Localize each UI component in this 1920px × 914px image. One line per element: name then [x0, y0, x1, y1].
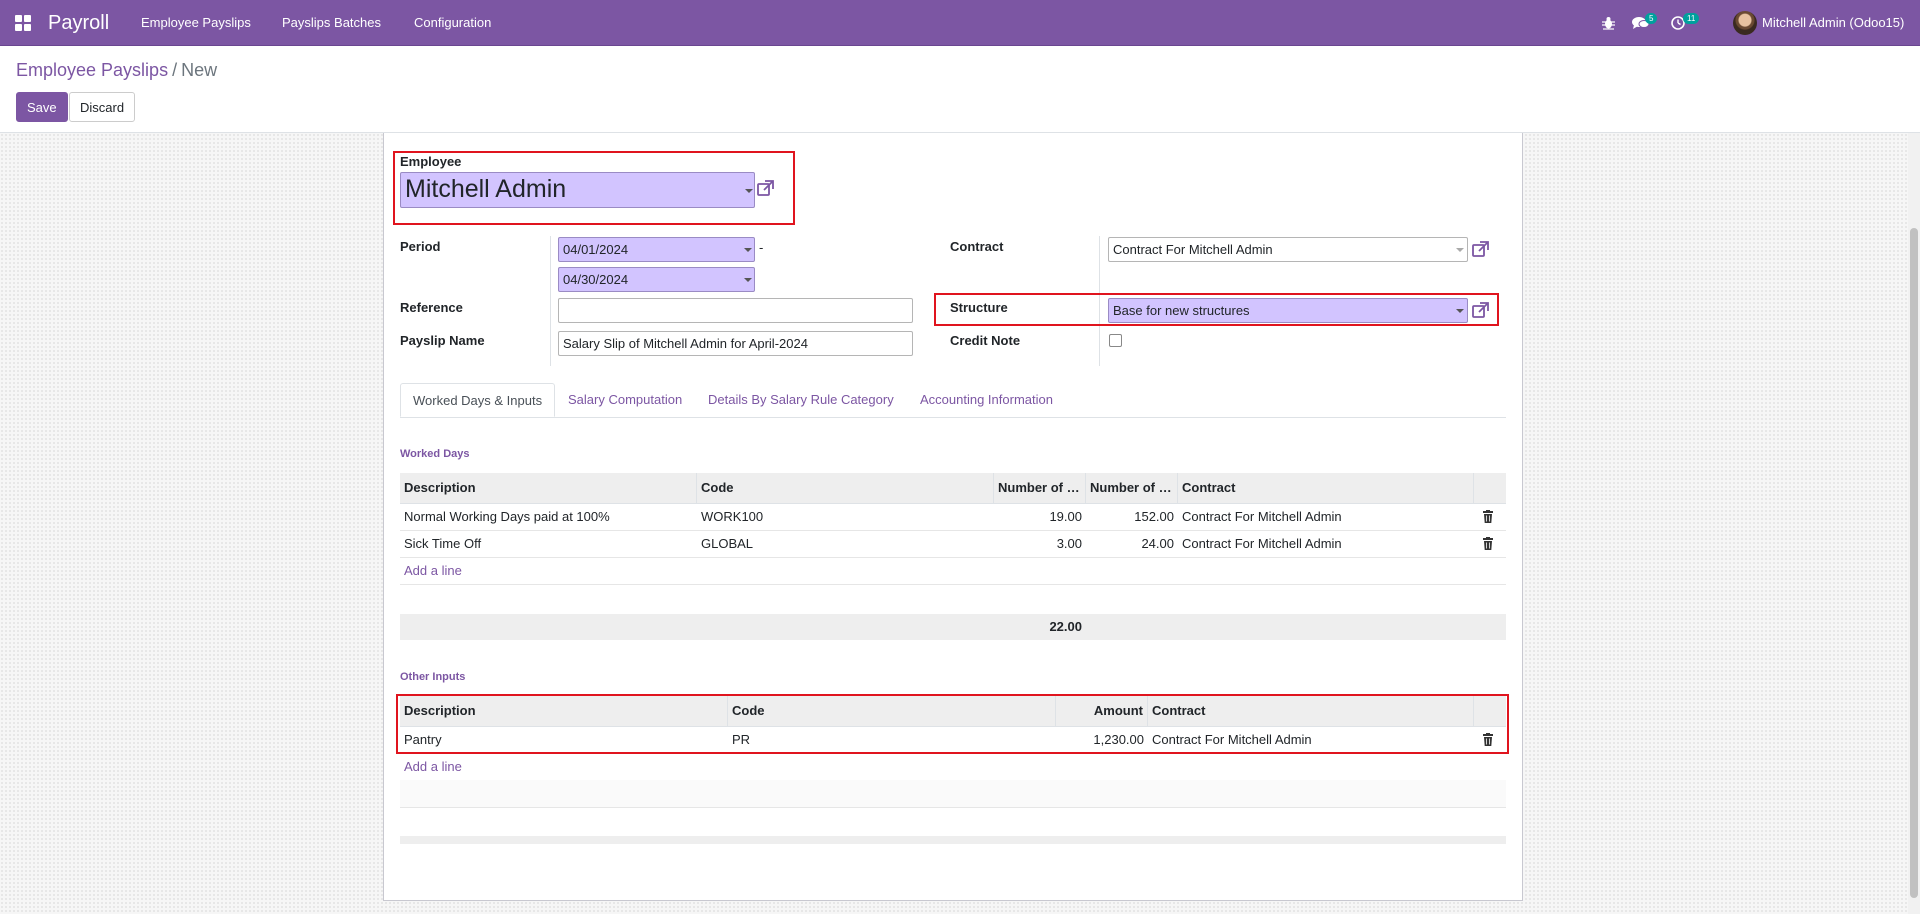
tab-worked-days-inputs[interactable]: Worked Days & Inputs [400, 383, 556, 417]
row-hours: 24.00 [1141, 536, 1174, 551]
row-description: Sick Time Off [404, 536, 482, 551]
left-group-divider [550, 236, 551, 366]
table-row[interactable]: Normal Working Days paid at 100% WORK100… [400, 503, 1506, 531]
structure-external-link-icon[interactable] [1471, 300, 1491, 320]
add-line-row: Add a line [400, 557, 1506, 585]
contract-label: Contract [950, 239, 1004, 254]
structure-label: Structure [950, 300, 1008, 315]
worked-days-header: Description Code Number of … Number of …… [400, 473, 1506, 504]
row-code: WORK100 [701, 509, 764, 524]
breadcrumb-parent[interactable]: Employee Payslips [16, 60, 168, 80]
reference-label: Reference [400, 300, 463, 315]
other-inputs-add-line-link[interactable]: Add a line [404, 759, 462, 774]
employee-field[interactable]: Mitchell Admin [400, 172, 755, 208]
worked-days-total: 22.00 [1049, 619, 1082, 634]
col-description[interactable]: Description [400, 473, 697, 503]
row-contract: Contract For Mitchell Admin [1182, 509, 1342, 524]
col-contract[interactable]: Contract [1178, 473, 1474, 503]
notebook-tabs: Worked Days & Inputs Salary Computation … [400, 383, 1506, 418]
control-panel: Employee Payslips / New Save Discard [0, 46, 1920, 133]
contract-field[interactable]: Contract For Mitchell Admin [1108, 237, 1468, 262]
user-avatar[interactable] [1733, 11, 1757, 35]
row-code: GLOBAL [701, 536, 754, 551]
row-contract: Contract For Mitchell Admin [1182, 536, 1342, 551]
top-navbar: Payroll Employee Payslips Payslips Batch… [0, 0, 1920, 46]
row-amount: 1,230.00 [1093, 732, 1144, 747]
table-row[interactable]: Sick Time Off GLOBAL 3.00 24.00 Contract… [400, 530, 1506, 558]
trash-icon[interactable] [1482, 510, 1494, 523]
activities-count-badge: 11 [1683, 13, 1700, 24]
period-dash: - [759, 240, 764, 255]
period-from-dropdown-icon[interactable] [744, 248, 752, 252]
row-days: 19.00 [1049, 509, 1082, 524]
tab-accounting-information[interactable]: Accounting Information [908, 383, 1065, 417]
row-description: Normal Working Days paid at 100% [404, 509, 610, 524]
contract-dropdown-icon[interactable] [1456, 248, 1464, 252]
debug-bug-icon[interactable] [1602, 16, 1615, 30]
employee-external-link-icon[interactable] [756, 178, 776, 198]
period-to-dropdown-icon[interactable] [744, 278, 752, 282]
scrollbar-thumb[interactable] [1910, 228, 1918, 898]
user-menu[interactable]: Mitchell Admin (Odoo15) [1762, 15, 1904, 30]
worked-days-title: Worked Days [400, 448, 470, 460]
menu-configuration[interactable]: Configuration [414, 15, 491, 30]
contract-external-link-icon[interactable] [1471, 239, 1491, 259]
payslip-form-sheet: Employee Mitchell Admin Period 04/01/202… [383, 133, 1523, 901]
period-label: Period [400, 239, 441, 254]
add-line-row: Add a line [400, 753, 1506, 781]
credit-note-label: Credit Note [950, 333, 1021, 348]
col-contract[interactable]: Contract [1148, 696, 1474, 726]
structure-field[interactable]: Base for new structures [1108, 298, 1468, 323]
structure-dropdown-icon[interactable] [1456, 309, 1464, 313]
tab-salary-computation[interactable]: Salary Computation [556, 383, 694, 417]
breadcrumb-separator: / [172, 60, 178, 80]
payslip-name-input[interactable]: Salary Slip of Mitchell Admin for April-… [558, 331, 913, 356]
breadcrumb-current: New [181, 60, 218, 80]
other-inputs-header: Description Code Amount Contract [400, 696, 1506, 727]
credit-note-checkbox[interactable] [1109, 334, 1122, 347]
period-to-field[interactable]: 04/30/2024 [558, 267, 755, 292]
col-number-of-hours[interactable]: Number of … [1086, 473, 1178, 503]
messages-count-badge: 5 [1645, 13, 1658, 24]
page-scrollbar[interactable] [1908, 133, 1920, 914]
period-from-field[interactable]: 04/01/2024 [558, 237, 755, 262]
row-code: PR [732, 732, 751, 747]
other-inputs-footer-row [400, 836, 1506, 844]
apps-menu-icon[interactable] [15, 15, 31, 31]
worked-days-table: Description Code Number of … Number of …… [400, 473, 1506, 613]
tab-details-by-salary-rule-category[interactable]: Details By Salary Rule Category [696, 383, 906, 417]
row-days: 3.00 [1056, 536, 1082, 551]
col-code[interactable]: Code [728, 696, 1056, 726]
trash-icon[interactable] [1482, 537, 1494, 550]
discard-button[interactable]: Discard [69, 92, 136, 122]
empty-row [400, 780, 1506, 808]
worked-days-add-line-link[interactable]: Add a line [404, 563, 462, 578]
row-contract: Contract For Mitchell Admin [1152, 732, 1312, 747]
other-inputs-title: Other Inputs [400, 671, 466, 683]
col-description[interactable]: Description [400, 696, 728, 726]
app-brand[interactable]: Payroll [48, 12, 109, 35]
other-inputs-table: Description Code Amount Contract Pantry … [400, 696, 1506, 816]
trash-icon[interactable] [1482, 733, 1494, 746]
breadcrumb: Employee Payslips / New [16, 60, 217, 81]
col-number-of-days[interactable]: Number of … [994, 473, 1086, 503]
right-group-divider [1099, 236, 1100, 366]
payslip-name-label: Payslip Name [400, 333, 485, 348]
save-button[interactable]: Save [16, 92, 68, 122]
row-description: Pantry [404, 732, 442, 747]
col-amount[interactable]: Amount [1056, 696, 1148, 726]
menu-employee-payslips[interactable]: Employee Payslips [141, 15, 251, 30]
menu-payslips-batches[interactable]: Payslips Batches [282, 15, 381, 30]
worked-days-total-row: 22.00 [400, 614, 1506, 640]
employee-dropdown-icon[interactable] [745, 189, 753, 193]
col-code[interactable]: Code [697, 473, 994, 503]
employee-label: Employee [400, 154, 462, 169]
row-hours: 152.00 [1134, 509, 1174, 524]
reference-input[interactable] [558, 298, 913, 323]
table-row[interactable]: Pantry PR 1,230.00 Contract For Mitchell… [400, 726, 1506, 754]
